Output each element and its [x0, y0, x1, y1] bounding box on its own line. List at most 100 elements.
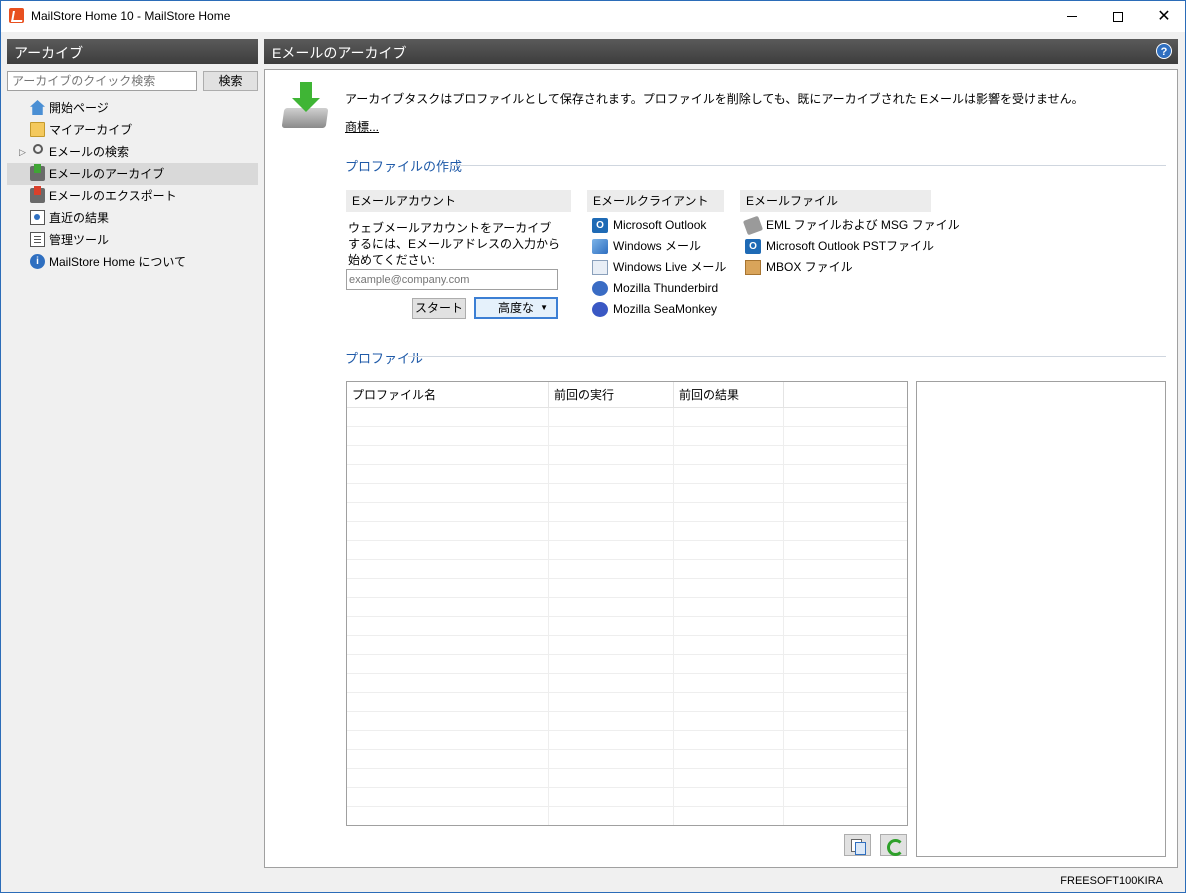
client-windows-mail[interactable]: Windows メール [592, 236, 726, 257]
trademark-link[interactable]: 商標... [345, 118, 379, 135]
table-row [347, 446, 907, 465]
table-row [347, 674, 907, 693]
table-cell [549, 674, 674, 692]
column-header-last-result[interactable]: 前回の結果 [674, 382, 784, 407]
table-cell [674, 465, 784, 483]
file-outlook-pst[interactable]: O Microsoft Outlook PSTファイル [745, 236, 960, 257]
advanced-dropdown-button[interactable]: 高度な ▼ [474, 297, 558, 319]
table-cell [784, 655, 907, 673]
sidebar-item-recent-results[interactable]: 直近の結果 [7, 207, 258, 229]
client-mozilla-thunderbird[interactable]: Mozilla Thunderbird [592, 278, 726, 299]
file-label: MBOX ファイル [766, 260, 853, 274]
sidebar-item-label: 管理ツール [49, 233, 110, 247]
sidebar-item-label: マイアーカイブ [49, 123, 133, 137]
archive-icon [30, 164, 45, 181]
copy-profile-button[interactable] [844, 834, 871, 856]
table-cell [549, 807, 674, 825]
table-cell [674, 579, 784, 597]
main-content: アーカイブタスクはプロファイルとして保存されます。プロファイルを削除しても、既に… [264, 69, 1178, 868]
table-cell [784, 788, 907, 806]
table-cell [674, 522, 784, 540]
close-button[interactable]: ✕ [1141, 1, 1186, 32]
table-cell [784, 712, 907, 730]
table-row [347, 750, 907, 769]
file-eml-msg[interactable]: EML ファイルおよび MSG ファイル [742, 215, 960, 236]
sidebar-item-label: Eメールのエクスポート [49, 189, 177, 203]
table-cell [784, 807, 907, 825]
table-cell [347, 617, 549, 635]
sidebar-item-search-email[interactable]: ▷ Eメールの検索 [7, 141, 258, 163]
client-label: Windows メール [613, 239, 702, 253]
table-row [347, 712, 907, 731]
app-window: MailStore Home 10 - MailStore Home ✕ アーカ… [0, 0, 1186, 893]
client-windows-live-mail[interactable]: Windows Live メール [592, 257, 726, 278]
table-cell [347, 693, 549, 711]
client-mozilla-seamonkey[interactable]: Mozilla SeaMonkey [592, 299, 726, 320]
table-cell [347, 712, 549, 730]
table-cell [347, 674, 549, 692]
column-header-profile-name[interactable]: プロファイル名 [347, 382, 549, 407]
sidebar-item-label: MailStore Home について [49, 255, 187, 269]
table-row [347, 693, 907, 712]
table-cell [674, 427, 784, 445]
file-label: Microsoft Outlook PSTファイル [766, 239, 935, 253]
sidebar-item-export-email[interactable]: Eメールのエクスポート [7, 185, 258, 207]
table-cell [784, 408, 907, 426]
magnifier-icon [33, 144, 43, 154]
close-icon: ✕ [1157, 7, 1171, 25]
maximize-button[interactable] [1095, 1, 1141, 32]
column-header-last-run[interactable]: 前回の実行 [549, 382, 674, 407]
table-cell [674, 731, 784, 749]
seamonkey-icon [592, 302, 608, 317]
table-cell [549, 579, 674, 597]
table-cell [674, 560, 784, 578]
table-row [347, 598, 907, 617]
maximize-icon [1113, 11, 1123, 22]
email-file-header: Eメールファイル [740, 190, 931, 212]
table-cell [549, 617, 674, 635]
table-cell [784, 731, 907, 749]
table-cell [784, 484, 907, 502]
quick-search-input[interactable] [7, 71, 197, 91]
table-cell [347, 655, 549, 673]
table-cell [784, 560, 907, 578]
sidebar-item-label: 開始ページ [49, 101, 109, 115]
eml-file-icon [742, 215, 764, 236]
sidebar-item-about[interactable]: i MailStore Home について [7, 251, 258, 273]
email-address-input[interactable] [346, 269, 558, 290]
sidebar-item-label: Eメールの検索 [49, 145, 130, 159]
table-cell [549, 522, 674, 540]
chevron-down-icon: ▼ [540, 303, 548, 312]
table-cell [347, 731, 549, 749]
email-client-header: Eメールクライアント [587, 190, 724, 212]
table-cell [549, 636, 674, 654]
sidebar-item-admin-tools[interactable]: 管理ツール [7, 229, 258, 251]
minimize-button[interactable] [1049, 1, 1095, 32]
search-button[interactable]: 検索 [203, 71, 258, 91]
refresh-button[interactable] [880, 834, 907, 856]
table-row [347, 522, 907, 541]
table-row [347, 769, 907, 788]
table-cell [784, 465, 907, 483]
sidebar-item-archive-email[interactable]: Eメールのアーカイブ [7, 163, 258, 185]
table-cell [549, 769, 674, 787]
file-mbox[interactable]: MBOX ファイル [745, 257, 960, 278]
expand-arrow-icon[interactable]: ▷ [19, 141, 26, 163]
table-cell [674, 484, 784, 502]
sidebar-item-start-page[interactable]: 開始ページ [7, 97, 258, 119]
info-icon: i [30, 254, 45, 269]
table-cell [674, 408, 784, 426]
client-label: Mozilla Thunderbird [613, 281, 719, 295]
outlook-icon: O [592, 218, 608, 233]
client-microsoft-outlook[interactable]: O Microsoft Outlook [592, 215, 726, 236]
table-cell [674, 674, 784, 692]
table-cell [549, 465, 674, 483]
home-icon [30, 100, 45, 115]
table-cell [347, 408, 549, 426]
mbox-file-icon [745, 260, 761, 275]
profiles-table[interactable]: プロファイル名 前回の実行 前回の結果 [346, 381, 908, 826]
start-button[interactable]: スタート [412, 298, 466, 319]
help-icon[interactable]: ? [1156, 43, 1172, 59]
sidebar-item-label: Eメールのアーカイブ [49, 167, 165, 181]
sidebar-item-my-archive[interactable]: マイアーカイブ [7, 119, 258, 141]
